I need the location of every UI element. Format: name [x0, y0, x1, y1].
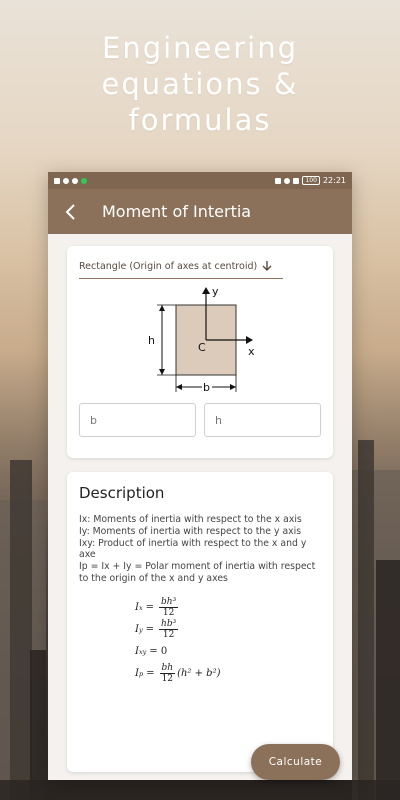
description-card: Description Ix: Moments of inertia with …: [67, 472, 333, 772]
formula-ip: Ip = bh 12 (h² + b²): [135, 663, 221, 685]
description-line: Iy: Moments of inertia with respect to t…: [79, 525, 302, 537]
rectangle-diagram: y x h b C: [148, 285, 255, 394]
eye-icon: [72, 177, 78, 184]
status-bar: 100 22:21: [48, 172, 352, 189]
app-status-icon: [81, 177, 87, 184]
y-axis-arrow: [202, 287, 210, 294]
description-title: Description: [79, 484, 165, 502]
back-arrow-icon: [65, 203, 75, 220]
shape-card: Rectangle (Origin of axes at centroid) y…: [67, 246, 333, 458]
calculate-button[interactable]: Calculate: [251, 744, 340, 780]
x-axis-label: x: [248, 345, 255, 358]
mute-icon: [293, 177, 300, 184]
h-input[interactable]: [204, 403, 321, 437]
status-icons-left: [54, 177, 87, 184]
b-input[interactable]: [79, 403, 196, 437]
shape-selector-value: Rectangle (Origin of axes at centroid): [79, 260, 258, 272]
y-axis-label: y: [212, 285, 219, 298]
height-label: h: [148, 334, 155, 347]
centroid-label: C: [198, 341, 206, 354]
bluetooth-icon: [284, 177, 291, 184]
x-axis-arrow: [246, 336, 253, 344]
formula-ix: Ix = bh³ 12: [135, 597, 179, 619]
notification-icon: [54, 177, 60, 184]
status-time: 22:21: [322, 176, 346, 185]
dimension-inputs: [79, 403, 321, 437]
phone-screen: 100 22:21 Moment of Intertia Rectangle (…: [48, 172, 352, 780]
formula-block: Ix = bh³ 12 Iy = hb³ 12 Ixy = 0 Ip = bh 12: [135, 597, 321, 685]
arrow-down-icon: [262, 261, 272, 271]
description-line: Ix: Moments of inertia with respect to t…: [79, 514, 302, 525]
description-text: Ix: Moments of inertia with respect to t…: [79, 514, 321, 585]
promo-line-1: Engineering: [102, 31, 298, 65]
shape-selector[interactable]: Rectangle (Origin of axes at centroid): [79, 260, 283, 279]
promo-line-2: equations &: [101, 67, 299, 101]
app-bar: Moment of Intertia: [48, 189, 352, 234]
back-button[interactable]: [60, 201, 82, 223]
description-line: Ixy: Product of inertia with respect to …: [79, 537, 307, 561]
main-content: Rectangle (Origin of axes at centroid) y…: [48, 234, 352, 772]
wifi-icon: [63, 177, 69, 184]
formula-iy: Iy = hb³ 12: [135, 619, 179, 641]
width-label: b: [203, 381, 210, 394]
formula-ixy: Ixy = 0: [135, 646, 168, 658]
description-line: Ip = Ix + Iy = Polar moment of inertia w…: [79, 561, 316, 584]
battery-icon: 100: [302, 176, 320, 185]
promo-line-3: formulas: [128, 103, 272, 137]
page-title: Moment of Intertia: [102, 202, 252, 221]
status-icons-right: 100 22:21: [275, 176, 346, 185]
promo-headline: Engineering equations & formulas: [0, 30, 400, 138]
nfc-icon: [275, 177, 282, 184]
